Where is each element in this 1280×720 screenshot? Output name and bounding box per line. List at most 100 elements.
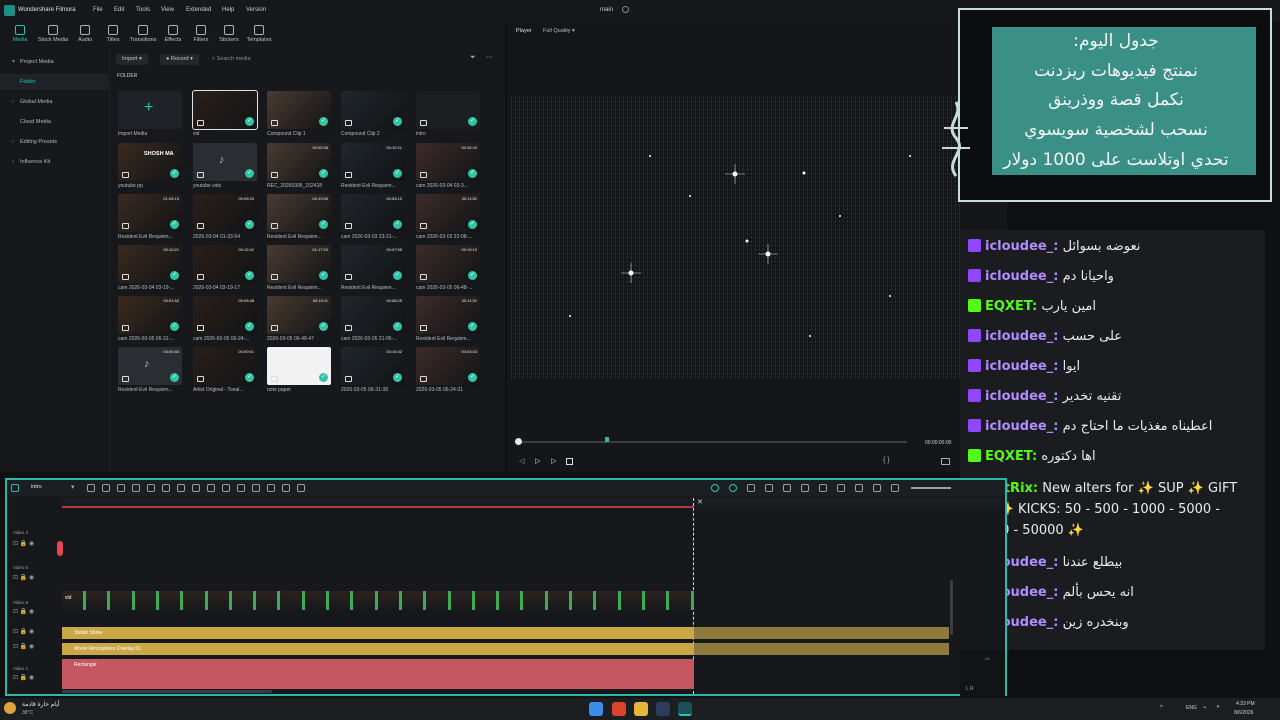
text-icon[interactable] [207,484,215,492]
media-item[interactable]: ♪ ✓ youtube vids [193,143,259,189]
media-item[interactable]: ✓ note paper [267,347,333,393]
import-media-tile[interactable]: + Import Media [118,91,184,137]
work-area-bar[interactable] [62,506,694,508]
zoom-out-icon[interactable] [891,484,899,492]
snapshot-icon[interactable] [747,484,755,492]
voiceover-icon[interactable] [837,484,845,492]
tab-stock-media[interactable]: Stock Media [37,24,69,46]
steam-icon[interactable] [656,702,670,716]
zoom-slider[interactable] [911,487,951,489]
tab-templates[interactable]: Templates [243,24,275,46]
tab-transitions[interactable]: Transitions [127,24,159,46]
track-controls[interactable]: ⊡ 🔒 ◉ [13,628,34,635]
nav-cloud-media[interactable]: Cloud Media [0,114,108,130]
tab-effects[interactable]: Effects [158,24,188,46]
audio-clip-stellar-shine[interactable]: Stellar Shine [62,627,694,639]
nav-editing-presets[interactable]: › Editing Presets [0,134,108,150]
media-item[interactable]: 00:11:52 ✓ cam 2026-03-03 22-08-... [416,194,482,240]
media-item[interactable]: 00:05:20 ✓ 2026-03-04 01-33-54 [193,194,259,240]
network-icon[interactable]: ⌁ [1203,704,1207,711]
tab-audio[interactable]: Audio [70,24,100,46]
media-item[interactable]: 00:03:43 ✓ 2026-03-05 06-24-31 [416,347,482,393]
keyframe-icon[interactable] [765,484,773,492]
media-item[interactable]: 00:07:55 ✓ Resident Evil Requiem... [341,245,407,291]
windows-start-icon[interactable] [589,702,603,716]
media-item[interactable]: 00:01:52 ✓ cam 2026-03-05 06-31-... [118,296,184,342]
media-item[interactable]: ✓ intro [416,91,482,137]
fit-icon[interactable] [873,484,881,492]
render-icon[interactable] [711,484,719,492]
playhead-handle[interactable] [515,438,522,445]
stop-icon[interactable] [566,458,573,465]
menu-version[interactable]: Version [246,7,266,13]
grid-icon[interactable] [87,484,95,492]
cut-icon[interactable] [177,484,185,492]
media-item[interactable]: 00:53:10 ✓ cam 2026-03-03 23-21-... [341,194,407,240]
select-icon[interactable] [102,484,110,492]
menu-edit[interactable]: Edit [114,7,124,13]
media-item[interactable]: 00:42:20 ✓ cam 2026-03-04 03-3... [416,143,482,189]
media-item[interactable]: 00:08:25 ✓ cam 2026-03-05 21-05-... [341,296,407,342]
audio-clip-tail[interactable] [694,627,949,639]
play-icon[interactable]: ▷ [535,457,540,465]
track-controls[interactable]: ⊡ 🔒 ◉ [13,674,34,681]
media-item[interactable]: 00:19:10 ✓ cam 2026-03-05 06-48-... [416,245,482,291]
media-item[interactable]: ♪ 00:00:40 ✓ Resident Evil Requiem... [118,347,184,393]
audio-clip-tail[interactable] [694,643,949,655]
media-item[interactable]: 00:10:21 ✓ Resident Evil Requiem... [341,143,407,189]
tray-chevron-icon[interactable]: ^ [1160,705,1163,711]
media-item[interactable]: 00:12:42 ✓ 2026-03-04 03-19-17 [193,245,259,291]
tab-filters[interactable]: Filters [186,24,216,46]
media-item[interactable]: 00:05:48 ✓ cam 2026-03-05 06-24-... [193,296,259,342]
media-item[interactable]: 00:15:42 ✓ 2026-03-05 06-31-38 [341,347,407,393]
redo-icon[interactable] [147,484,155,492]
audio-clip-atmosphere[interactable]: Movie Atmosphere Overlay 01 [62,643,694,655]
media-item[interactable]: 00:00:36 ✓ REC_20260306_152418 [267,143,333,189]
media-item[interactable]: 00:11:52 ✓ Resident Evil Requiem... [416,296,482,342]
mic-icon[interactable] [819,484,827,492]
display-icon[interactable] [941,458,950,465]
tab-titles[interactable]: Titles [98,24,128,46]
dropdown-icon[interactable]: ▾ [71,483,75,491]
shield-icon[interactable] [801,484,809,492]
nav-folder[interactable]: Folder [0,74,108,90]
media-item[interactable]: ✓ Compound Clip 1 [267,91,333,137]
nav-project-media[interactable]: ▾ Project Media [0,54,108,70]
track-controls[interactable]: ⊡ 🔒 ◉ [13,608,34,615]
playhead[interactable] [57,541,63,556]
menu-extended[interactable]: Extended [186,7,211,13]
menu-help[interactable]: Help [222,7,234,13]
nav-global-media[interactable]: › Global Media [0,94,108,110]
bracket-icon[interactable]: { } [883,457,890,464]
volume-icon[interactable]: ◖ [1216,704,1220,710]
nav-influence-kit[interactable]: › Influence Kit [0,154,108,170]
vertical-scrollbar[interactable] [950,580,953,635]
tab-media[interactable]: Media [5,24,35,46]
track-controls[interactable]: ⊡ 🔒 ◉ [13,540,34,547]
language-indicator[interactable]: ENG [1186,705,1197,711]
crop-icon[interactable] [222,484,230,492]
prev-frame-icon[interactable]: ◁ [519,457,524,465]
media-item[interactable]: 00:00:01 ✓ Artist Original - Tonal... [193,347,259,393]
media-item[interactable]: ✓ vid [192,90,259,137]
ai-icon[interactable] [282,484,290,492]
freeze-icon[interactable] [237,484,245,492]
rectangle-clip[interactable]: Rectangle [62,659,694,689]
track-controls[interactable]: ⊡ 🔒 ◉ [13,574,34,581]
brave-browser-icon[interactable] [612,702,626,716]
track-controls[interactable]: ⊡ 🔒 ◉ [13,643,34,650]
close-icon[interactable]: ✕ [697,498,703,506]
media-item[interactable]: SHOSH MA ✓ youtube pp [118,143,184,189]
quality-select[interactable]: Full Quality ▾ [543,28,575,34]
menu-tools[interactable]: Tools [136,7,150,13]
color-icon[interactable] [252,484,260,492]
speed-icon[interactable] [192,484,200,492]
undo-icon[interactable] [132,484,140,492]
clock-time[interactable]: 4:33 PM [1236,701,1255,707]
marker-icon[interactable] [117,484,125,492]
menu-file[interactable]: File [93,7,103,13]
video-clip-vid[interactable]: vid [62,591,694,610]
media-item[interactable]: 01:05:15 ✓ Resident Evil Requiem... [118,194,184,240]
clock-date[interactable]: 8/6/2026 [1234,710,1253,716]
media-item[interactable]: ✓ Compound Clip 2 [341,91,407,137]
